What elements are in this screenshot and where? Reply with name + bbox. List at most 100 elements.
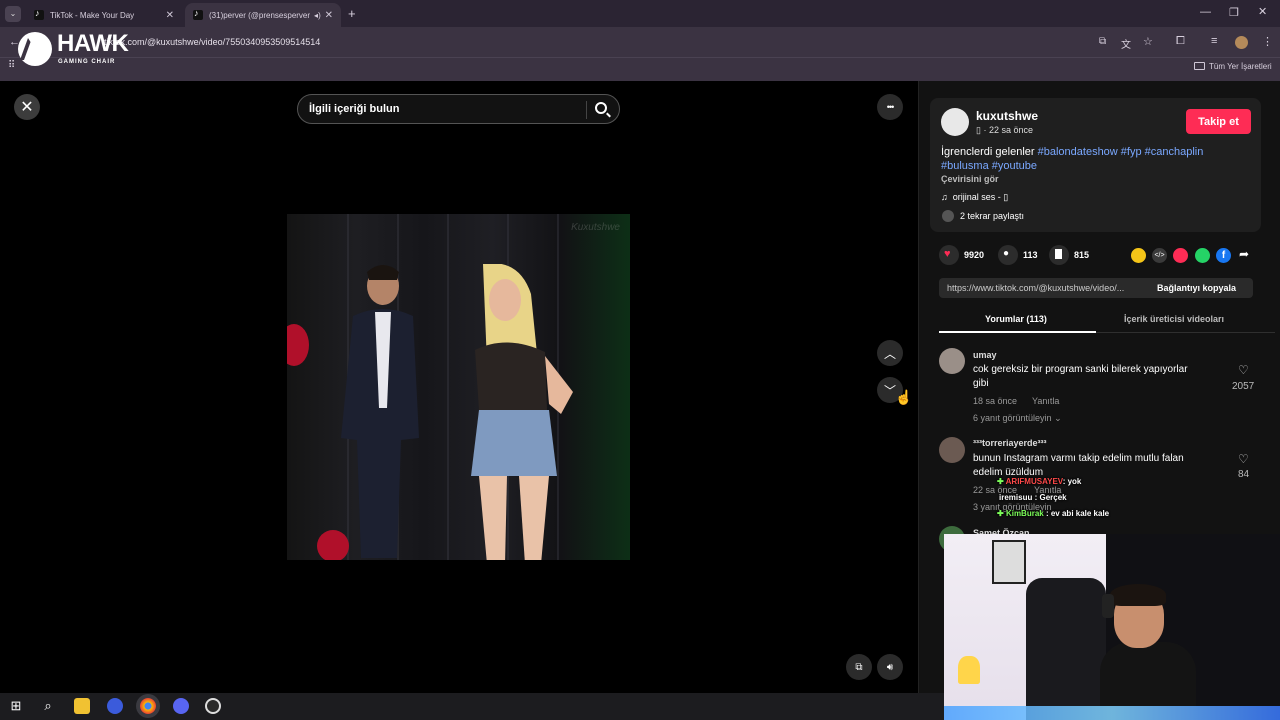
follow-button[interactable]: Takip et [1186, 109, 1251, 134]
file-explorer-icon[interactable] [74, 698, 90, 714]
chevron-down-icon: ⌄ [1054, 413, 1062, 423]
restore-button[interactable]: ❐ [1229, 6, 1239, 19]
bookmark-star-icon[interactable]: ☆ [1143, 35, 1153, 48]
close-viewer-button[interactable]: ✕ [14, 94, 40, 120]
comment-like-icon[interactable]: ♡ [1238, 452, 1249, 466]
save-count: 815 [1074, 250, 1090, 260]
obs-icon[interactable] [205, 698, 221, 714]
translate-icon[interactable]: 文 [1121, 36, 1131, 51]
tab-search-button[interactable]: ⌄ [5, 6, 21, 22]
heart-icon: ♥ [944, 248, 951, 260]
video-link-text: https://www.tiktok.com/@kuxutshwe/video/… [947, 283, 1125, 293]
tab-creator-videos[interactable]: İçerik üreticisi videoları [1124, 314, 1224, 324]
browser-tab-strip: ⌄ TikTok - Make Your Day ✕ (31)perver (@… [0, 0, 1280, 27]
comment-username[interactable]: umay [973, 350, 997, 360]
chat-message: iremisuu : Gerçek [999, 493, 1067, 502]
creator-username[interactable]: kuxutshwe [976, 109, 1038, 123]
comment-username[interactable]: ³³³torreriayerde³³³ [973, 438, 1047, 448]
view-replies-link[interactable]: 6 yanıt görüntüleyin ⌄ [973, 413, 1062, 424]
mouse-cursor-icon: ☝ [895, 389, 913, 405]
more-share-icon[interactable]: ➦ [1239, 247, 1249, 261]
comment-button[interactable]: ● [998, 245, 1018, 265]
discord-icon[interactable] [173, 698, 189, 714]
cat-poster [992, 540, 1026, 584]
video-frame[interactable]: Kuxutshwe [287, 214, 630, 560]
caption-hashtags[interactable]: #balondateshow #fyp #canchaplin [1038, 146, 1204, 158]
search-placeholder: İlgili içeriği bulun [309, 103, 400, 115]
browser-tab-tiktok[interactable]: TikTok - Make Your Day ✕ [26, 3, 182, 27]
red-balloon [287, 324, 309, 366]
webcam-feed [944, 534, 1280, 720]
creator-avatar[interactable] [941, 108, 969, 136]
post-caption: İgrenclerdi gelenler #balondateshow #fyp… [941, 146, 1203, 158]
woman-figure [471, 264, 573, 560]
facebook-icon[interactable]: f [1216, 248, 1231, 263]
tab-title: (31)perver (@prensesperver [209, 10, 311, 20]
repost-count[interactable]: 2 tekrar paylaştı [960, 211, 1024, 221]
comment-avatar[interactable] [939, 348, 965, 374]
close-tab-icon[interactable]: ✕ [325, 10, 333, 21]
headset-icon [1102, 594, 1114, 618]
chat-message: ✚ ARIFMUSAYEV: yok [997, 477, 1081, 486]
menu-icon[interactable]: ⋮ [1262, 35, 1273, 48]
folder-icon [1194, 62, 1205, 70]
profile-avatar[interactable] [1235, 36, 1248, 49]
new-tab-button[interactable]: + [348, 6, 356, 21]
search-icon[interactable]: ⌕ [40, 698, 56, 714]
search-icon[interactable] [595, 102, 607, 114]
comment-text: bunun Instagram varmı takip edelim mutlu… [973, 453, 1184, 464]
send-icon[interactable] [1173, 248, 1188, 263]
reply-button[interactable]: Yanıtla [1032, 396, 1059, 406]
active-tab-indicator [939, 331, 1096, 333]
related-search-input[interactable]: İlgili içeriği bulun [297, 94, 620, 124]
caption-hashtags-line2[interactable]: #bulusma #youtube [941, 160, 1037, 172]
like-count: 9920 [964, 250, 985, 260]
app-icon[interactable] [107, 698, 123, 714]
comment-text: cok gereksiz bir program sanki bilerek y… [973, 364, 1188, 375]
extensions-icon[interactable]: ⧠ [1176, 35, 1185, 48]
tiktok-icon [193, 8, 203, 20]
comment-like-icon[interactable]: ♡ [1238, 363, 1249, 377]
media-control-icon[interactable]: ≡ [1211, 35, 1217, 47]
view-replies-text: 6 yanıt görüntüleyin [973, 413, 1052, 423]
curtain-fold [447, 214, 449, 560]
comment-avatar[interactable] [939, 437, 965, 463]
chat-username: KimBurak [1005, 509, 1044, 518]
minimize-button[interactable]: — [1200, 6, 1211, 18]
caption-text: İgrenclerdi gelenler [941, 146, 1035, 158]
chrome-icon[interactable] [140, 698, 156, 714]
volume-button[interactable]: 🔊︎ [877, 654, 903, 680]
install-app-icon[interactable]: ⧉ [1099, 36, 1106, 47]
browser-tab-active[interactable]: (31)perver (@prensesperver ◂) ✕ [185, 3, 341, 27]
copy-link-button[interactable]: Bağlantıyı kopyala [1157, 283, 1236, 293]
unknown-glyph-icon: ▯ [976, 125, 981, 135]
floating-player-button[interactable]: ⧉ [846, 654, 872, 680]
comment-time: 18 sa önce [973, 396, 1018, 406]
comment-count: 113 [1023, 250, 1038, 260]
all-bookmarks-link[interactable]: Tüm Yer İşaretleri [1209, 62, 1272, 71]
windows-start-icon[interactable]: ⊞ [8, 698, 24, 714]
bookmarks-bar [0, 57, 1280, 81]
more-options-button[interactable]: ••• [877, 94, 903, 120]
close-window-button[interactable]: ✕ [1258, 5, 1267, 18]
save-button[interactable] [1049, 245, 1069, 265]
previous-video-button[interactable]: ︿ [877, 340, 903, 366]
like-button[interactable]: ♥ [939, 245, 959, 265]
comment-like-count: 2057 [1232, 381, 1255, 392]
embed-icon[interactable]: </> [1152, 248, 1167, 263]
toy-figure [958, 656, 980, 684]
man-figure [341, 265, 419, 558]
gaming-chair [1026, 578, 1106, 720]
tab-comments[interactable]: Yorumlar (113) [985, 314, 1047, 324]
sound-link[interactable]: ♫ orijinal ses - ▯ [941, 192, 1008, 203]
chat-text: : ev abi kale kale [1045, 509, 1110, 518]
tab-title: TikTok - Make Your Day [50, 10, 135, 20]
see-translation-link[interactable]: Çevirisini gör [941, 174, 999, 184]
sound-name: orijinal ses - [952, 192, 1004, 202]
close-tab-icon[interactable]: ✕ [166, 10, 174, 21]
share-friends-icon[interactable] [1131, 248, 1146, 263]
whatsapp-icon[interactable] [1195, 248, 1210, 263]
led-strip [944, 706, 1280, 720]
url-field[interactable]: tiktok.com/@kuxutshwe/video/755034095350… [104, 37, 320, 47]
apps-grid-icon[interactable]: ⠿ [8, 60, 15, 71]
